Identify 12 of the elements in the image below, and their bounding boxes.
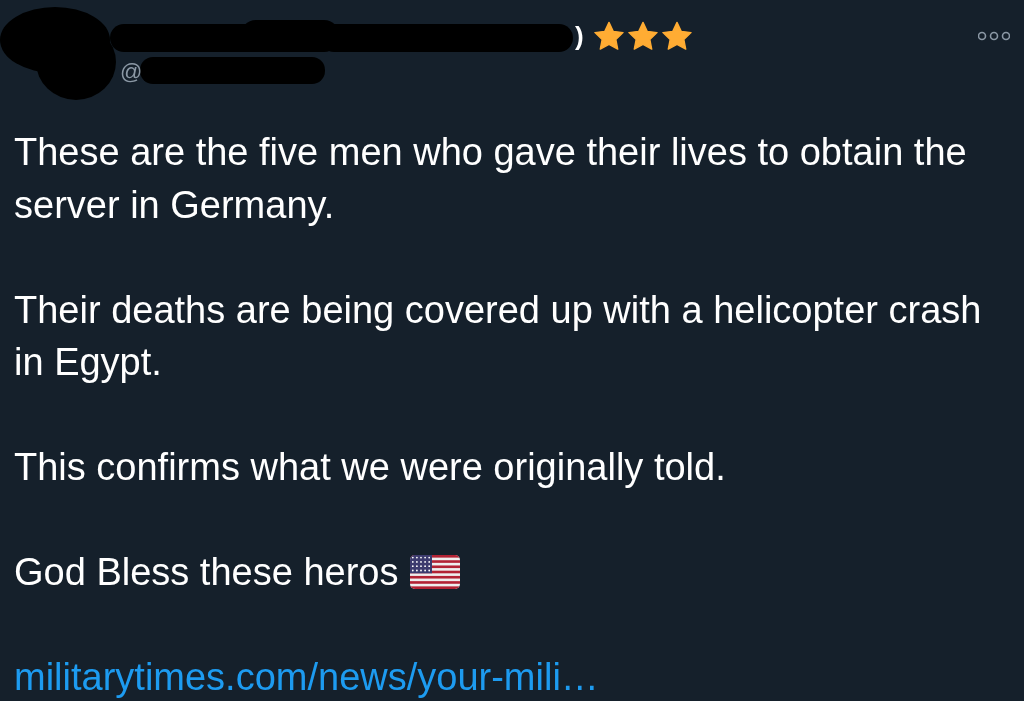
post-text: This confirms what we were originally told.	[14, 445, 727, 490]
star-icon	[593, 21, 624, 51]
author-name: )	[575, 20, 584, 52]
post-text: Their deaths are being covered up with a helicopter crash in Egypt.	[14, 287, 983, 385]
star-icon	[627, 21, 658, 51]
star-icon	[661, 21, 692, 51]
author-handle: @	[120, 58, 143, 86]
post-text: God Bless these heros	[14, 551, 399, 593]
more-icon[interactable]	[978, 30, 1010, 42]
flag-icon	[410, 555, 461, 589]
link[interactable]: militarytimes.com/news/your-mili…	[14, 656, 599, 698]
post-text: These are the five men who gave their lives to obtain the server in Germany.	[14, 130, 968, 228]
